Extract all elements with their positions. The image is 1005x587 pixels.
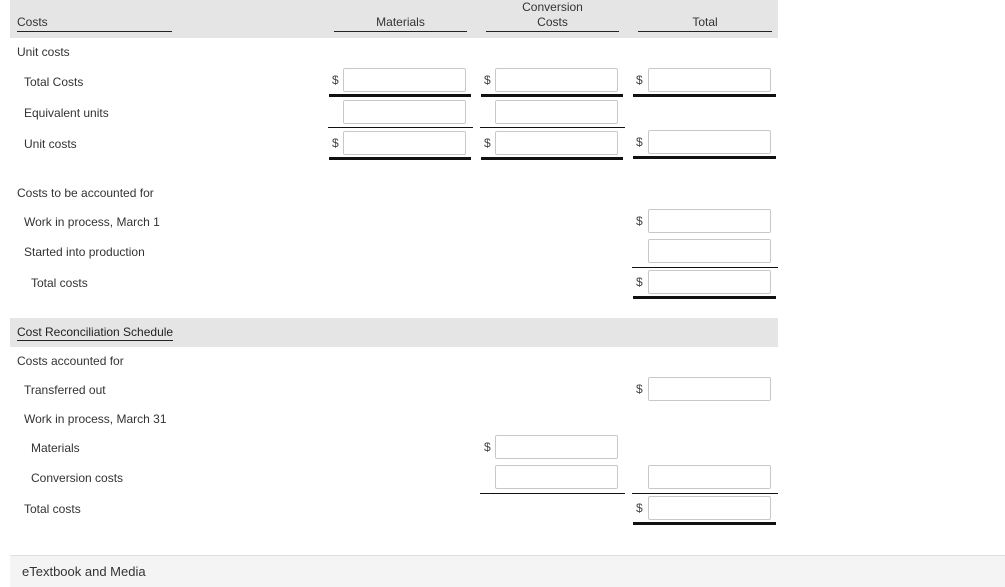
dollar-sign: $ bbox=[636, 382, 643, 396]
row-label-total-costs: Total Costs bbox=[24, 75, 84, 89]
row-label-unit-costs: Unit costs bbox=[24, 137, 77, 151]
dollar-sign: $ bbox=[636, 501, 643, 515]
conversion-header-underline bbox=[486, 31, 619, 32]
equivalent-units-conversion-input[interactable] bbox=[495, 100, 618, 124]
rule bbox=[329, 157, 471, 160]
dollar-sign: $ bbox=[484, 73, 491, 87]
row-label-wip-materials: Materials bbox=[31, 441, 80, 455]
rule bbox=[632, 267, 778, 268]
rule bbox=[633, 156, 776, 159]
total-header: Total bbox=[692, 15, 718, 29]
section-title-costs-accounted-for: Costs accounted for bbox=[17, 354, 124, 368]
row-label-equivalent-units: Equivalent units bbox=[24, 106, 109, 120]
total-costs-conversion-input[interactable] bbox=[495, 68, 618, 92]
reconciliation-title: Cost Reconciliation Schedule bbox=[17, 325, 174, 339]
unit-costs-total-input[interactable] bbox=[648, 130, 771, 154]
row-label-wip-march-31: Work in process, March 31 bbox=[24, 412, 167, 426]
total-costs-to-account-input[interactable] bbox=[648, 270, 771, 294]
rule bbox=[481, 94, 623, 97]
conversion-header-line1: Conversion bbox=[522, 0, 583, 14]
rule bbox=[633, 522, 776, 525]
dollar-sign: $ bbox=[332, 136, 339, 150]
rule bbox=[328, 127, 473, 128]
rule bbox=[480, 127, 625, 128]
materials-header: Materials bbox=[376, 15, 425, 29]
dollar-sign: $ bbox=[332, 73, 339, 87]
wip-march-31-total-input[interactable] bbox=[648, 465, 771, 489]
unit-costs-conversion-input[interactable] bbox=[495, 131, 618, 155]
row-label-wip-march-1: Work in process, March 1 bbox=[24, 215, 160, 229]
rule bbox=[329, 94, 471, 97]
rule bbox=[480, 493, 625, 494]
section-title-unit-costs: Unit costs bbox=[17, 45, 70, 59]
rule bbox=[633, 94, 776, 97]
conversion-header-line2: Costs bbox=[537, 15, 568, 29]
dollar-sign: $ bbox=[484, 136, 491, 150]
reconciliation-title-underline bbox=[17, 340, 173, 341]
rule bbox=[633, 296, 776, 299]
row-label-total-costs-accounted: Total costs bbox=[24, 502, 81, 516]
materials-header-underline bbox=[334, 31, 467, 32]
costs-header: Costs bbox=[17, 15, 48, 29]
total-costs-accounted-input[interactable] bbox=[648, 496, 771, 520]
wip-march-1-total-input[interactable] bbox=[648, 209, 771, 233]
rule bbox=[481, 157, 623, 160]
started-into-production-total-input[interactable] bbox=[648, 239, 771, 263]
total-header-underline bbox=[638, 31, 772, 32]
dollar-sign: $ bbox=[484, 440, 491, 454]
etextbook-media-link[interactable]: eTextbook and Media bbox=[22, 564, 146, 579]
section-title-costs-to-be-accounted-for: Costs to be accounted for bbox=[17, 186, 154, 200]
dollar-sign: $ bbox=[636, 275, 643, 289]
rule bbox=[632, 493, 778, 494]
equivalent-units-materials-input[interactable] bbox=[343, 100, 466, 124]
row-label-started-into-production: Started into production bbox=[24, 245, 145, 259]
total-costs-materials-input[interactable] bbox=[343, 68, 466, 92]
unit-costs-materials-input[interactable] bbox=[343, 131, 466, 155]
wip-conversion-costs-input[interactable] bbox=[495, 465, 618, 489]
row-label-total-costs-to-account: Total costs bbox=[31, 276, 88, 290]
row-label-wip-conversion-costs: Conversion costs bbox=[31, 471, 124, 485]
etextbook-media-bar[interactable]: eTextbook and Media bbox=[10, 555, 1005, 587]
row-label-transferred-out: Transferred out bbox=[24, 383, 106, 397]
transferred-out-total-input[interactable] bbox=[648, 377, 771, 401]
total-costs-total-input[interactable] bbox=[648, 68, 771, 92]
costs-header-underline bbox=[17, 31, 172, 32]
dollar-sign: $ bbox=[636, 73, 643, 87]
dollar-sign: $ bbox=[636, 214, 643, 228]
wip-materials-input[interactable] bbox=[495, 435, 618, 459]
dollar-sign: $ bbox=[636, 135, 643, 149]
